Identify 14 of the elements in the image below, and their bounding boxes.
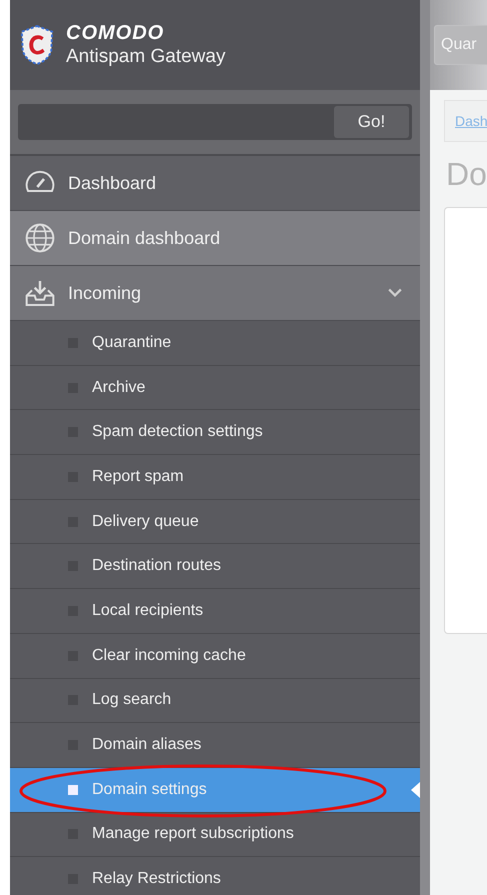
nav-item[interactable]: Dashboard [10, 156, 420, 211]
globe-icon [24, 222, 56, 254]
product-name: Antispam Gateway [66, 45, 226, 69]
nav-subitem[interactable]: Log search [10, 678, 420, 724]
go-button[interactable]: Go! [334, 106, 409, 138]
page-title: Do [446, 156, 487, 193]
brand-name: COMODO [66, 21, 166, 45]
bullet-icon [68, 784, 78, 795]
nav-item[interactable]: Domain dashboard [10, 211, 420, 266]
search-field[interactable]: Go! [18, 104, 412, 140]
nav-subitem[interactable]: Archive [10, 366, 420, 410]
nav-subitem[interactable]: Manage report subscriptions [10, 812, 420, 858]
shield-logo-icon [18, 23, 56, 67]
nav-item[interactable]: Incoming [10, 266, 420, 321]
